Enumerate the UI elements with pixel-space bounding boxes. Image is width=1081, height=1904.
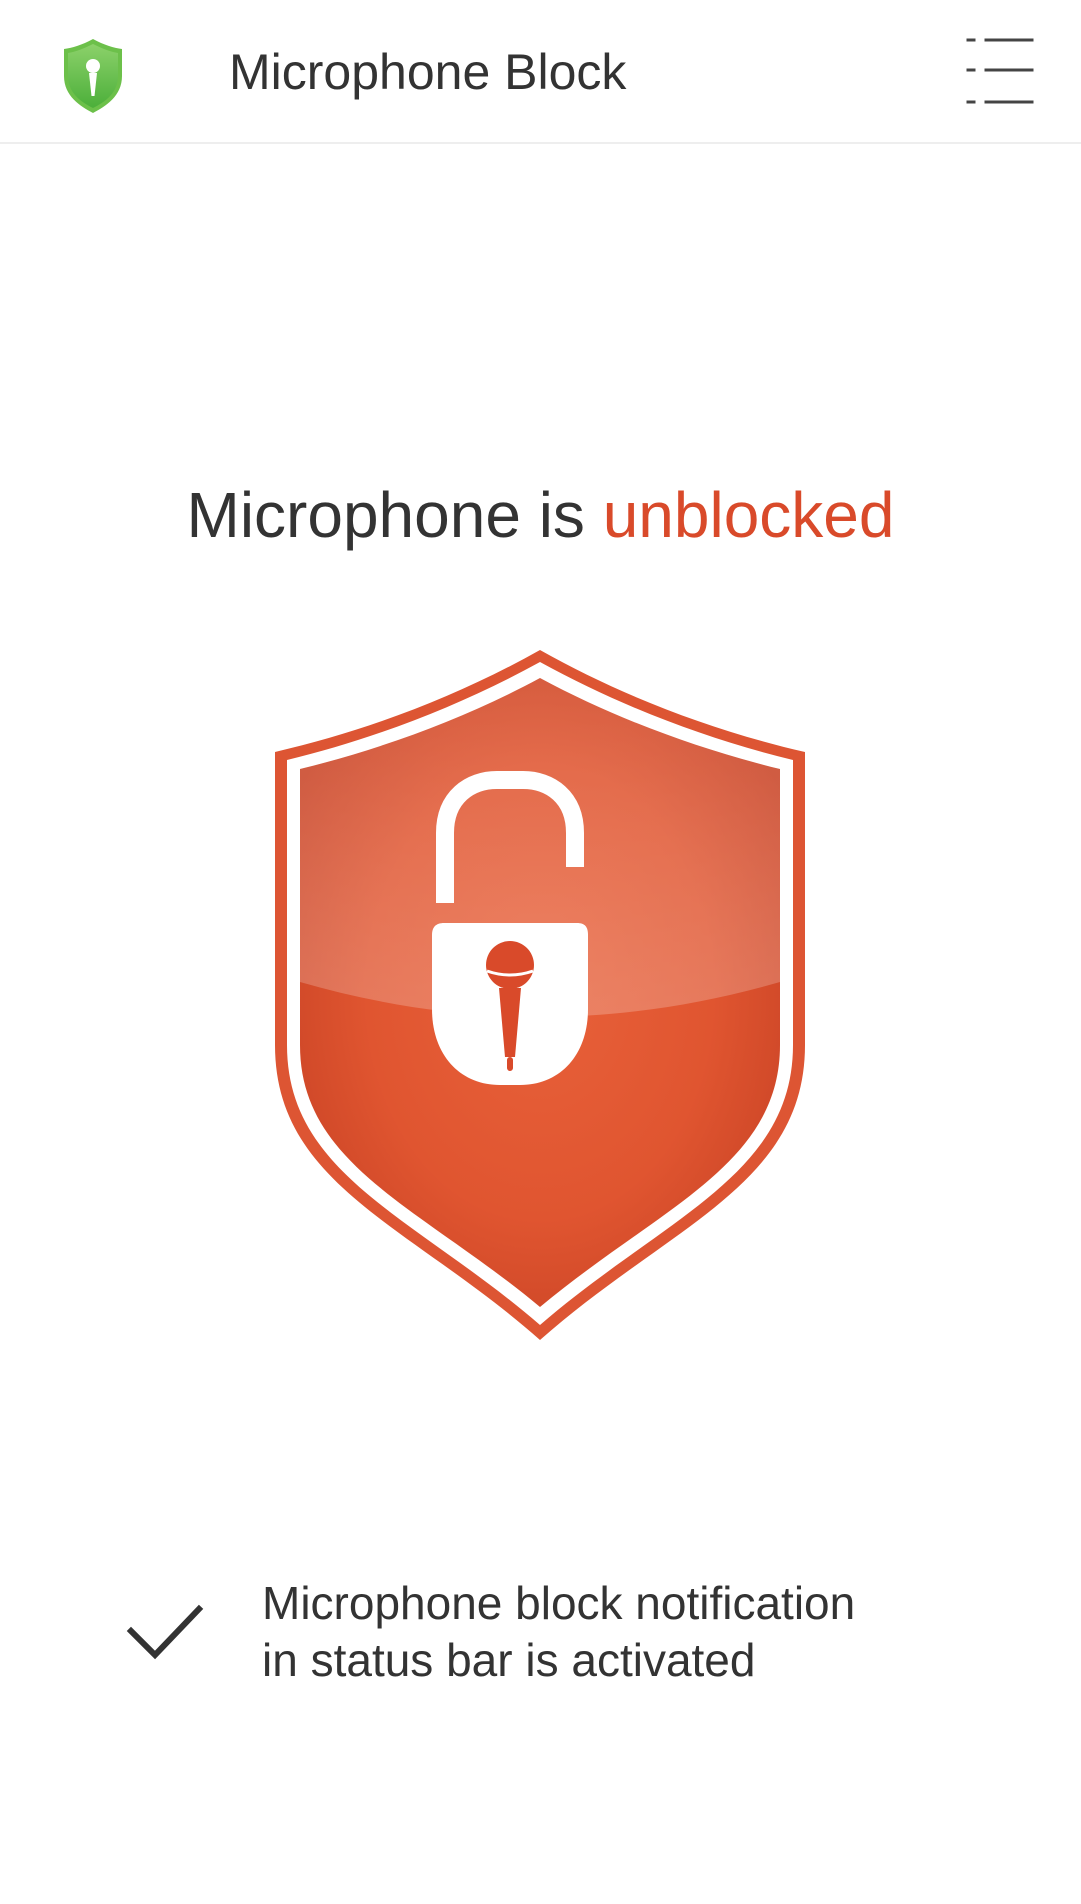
unlocked-padlock-microphone-shield-icon[interactable] (270, 645, 810, 1345)
app-title: Microphone Block (229, 44, 627, 100)
notification-status-notice: Microphone block notification in status … (125, 1575, 965, 1695)
green-shield-microphone-icon (64, 39, 122, 113)
checkmark-icon (126, 1604, 204, 1660)
notice-line-2: in status bar is activated (262, 1634, 756, 1686)
notice-line-1: Microphone block notification (262, 1577, 856, 1629)
list-menu-icon[interactable] (960, 30, 1040, 110)
status-state-text: unblocked (602, 479, 895, 551)
app-bar: Microphone Block (0, 0, 1081, 144)
status-prefix-text: Microphone is (186, 479, 603, 551)
microphone-status-heading: Microphone is unblocked (0, 470, 1081, 560)
notification-notice-text: Microphone block notification in status … (262, 1575, 962, 1689)
